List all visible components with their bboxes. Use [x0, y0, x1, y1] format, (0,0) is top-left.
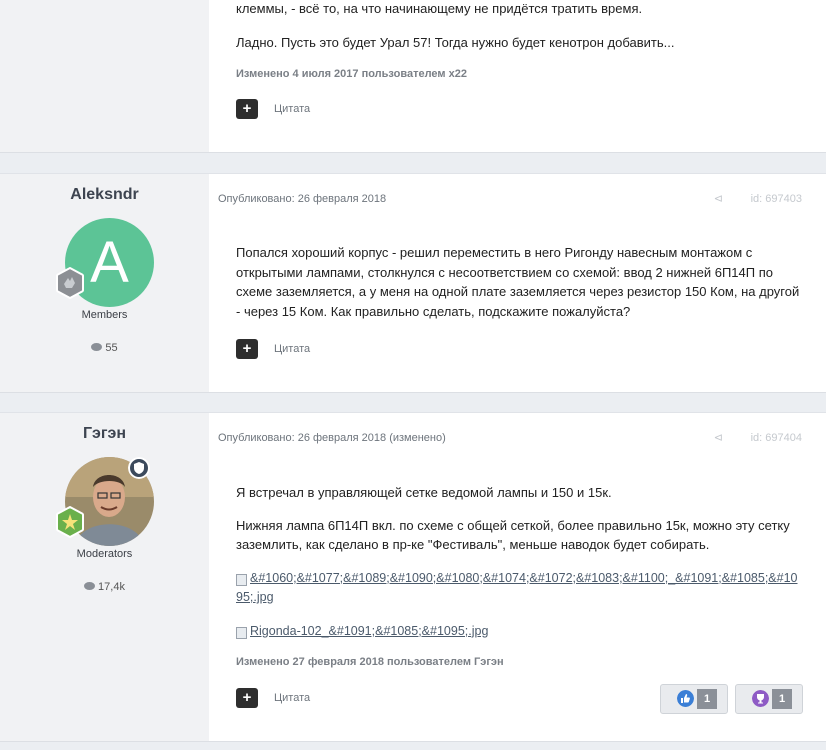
reaction-like[interactable]: 1 — [660, 684, 728, 714]
comment-icon — [91, 343, 103, 351]
post-content: клеммы, - всё то, на что начинающему не … — [236, 0, 802, 60]
author-panel: Aleksndr A Members 55 — [0, 174, 209, 392]
reaction-count: 1 — [697, 689, 717, 709]
post-3: Гэгэн Moderators 17,4k Опубликовано: 26 … — [0, 412, 826, 742]
share-icon[interactable]: ⊲ — [714, 431, 723, 444]
reaction-count: 1 — [772, 689, 792, 709]
rank-star-badge-icon — [56, 506, 84, 538]
moderator-shield-icon — [128, 457, 150, 479]
trophy-icon — [752, 690, 769, 707]
edited-note: Изменено 4 июля 2017 пользователем x22 — [236, 68, 467, 80]
post-date[interactable]: Опубликовано: 26 февраля 2018 (изменено) — [218, 432, 446, 444]
image-filename: &#1060;&#1077;&#1089;&#1090;&#1080;&#107… — [236, 570, 798, 605]
rank-badge-icon — [56, 267, 84, 299]
post-count-value: 55 — [105, 342, 118, 354]
image-placeholder-icon — [236, 626, 247, 639]
post-content: Я встречал в управляющей сетке ведомой л… — [236, 483, 802, 640]
share-icon[interactable]: ⊲ — [714, 192, 723, 205]
post-date[interactable]: Опубликовано: 26 февраля 2018 — [218, 193, 386, 205]
quote-button[interactable]: Цитата — [274, 343, 310, 355]
post-count: 17,4k — [0, 581, 209, 593]
image-link-rigonda[interactable]: Rigonda-102_&#1091;&#1085;&#1095;.jpg — [236, 621, 802, 641]
multiquote-button[interactable]: + — [236, 99, 258, 119]
edited-note: Изменено 27 февраля 2018 пользователем Г… — [236, 656, 504, 668]
user-group: Moderators — [76, 548, 133, 560]
image-link-festival[interactable]: &#1060;&#1077;&#1089;&#1090;&#1080;&#107… — [236, 568, 802, 607]
post-text: Нижняя лампа 6П14П вкл. по схеме с общей… — [236, 517, 790, 553]
quote-button[interactable]: Цитата — [274, 692, 310, 704]
multiquote-button[interactable]: + — [236, 339, 258, 359]
broken-image-icon: &#1060;&#1077;&#1089;&#1090;&#1080;&#107… — [236, 570, 798, 605]
post-id: id: 697404 — [750, 432, 802, 444]
user-group: Members — [81, 309, 128, 321]
author-panel: Гэгэн Moderators 17,4k — [0, 413, 209, 741]
post-2: Aleksndr A Members 55 Опубликовано: 26 ф… — [0, 173, 826, 393]
post-text-line: Ладно. Пусть это будет Урал 57! Тогда ну… — [236, 34, 675, 50]
author-panel — [0, 0, 209, 152]
post-id: id: 697403 — [750, 193, 802, 205]
comment-icon — [84, 582, 96, 590]
reaction-trophy[interactable]: 1 — [735, 684, 803, 714]
like-icon — [677, 690, 694, 707]
post-content: Попался хороший корпус - решил перемести… — [236, 243, 802, 329]
post-text: Я встречал в управляющей сетке ведомой л… — [236, 485, 612, 500]
post-text-line: клеммы, - всё то, на что начинающему не … — [236, 1, 643, 16]
post-count-value: 17,4k — [98, 581, 125, 593]
multiquote-button[interactable]: + — [236, 688, 258, 708]
post-text: Попался хороший корпус - решил перемести… — [236, 245, 800, 319]
quote-button[interactable]: Цитата — [274, 103, 310, 115]
author-name[interactable]: Гэгэн — [0, 425, 209, 443]
image-filename: Rigonda-102_&#1091;&#1085;&#1095;.jpg — [250, 623, 489, 638]
post-count: 55 — [0, 342, 209, 354]
broken-image-icon: Rigonda-102_&#1091;&#1085;&#1095;.jpg — [236, 623, 489, 639]
author-name[interactable]: Aleksndr — [0, 186, 209, 204]
image-placeholder-icon — [236, 573, 247, 586]
post-1: клеммы, - всё то, на что начинающему не … — [0, 0, 826, 153]
